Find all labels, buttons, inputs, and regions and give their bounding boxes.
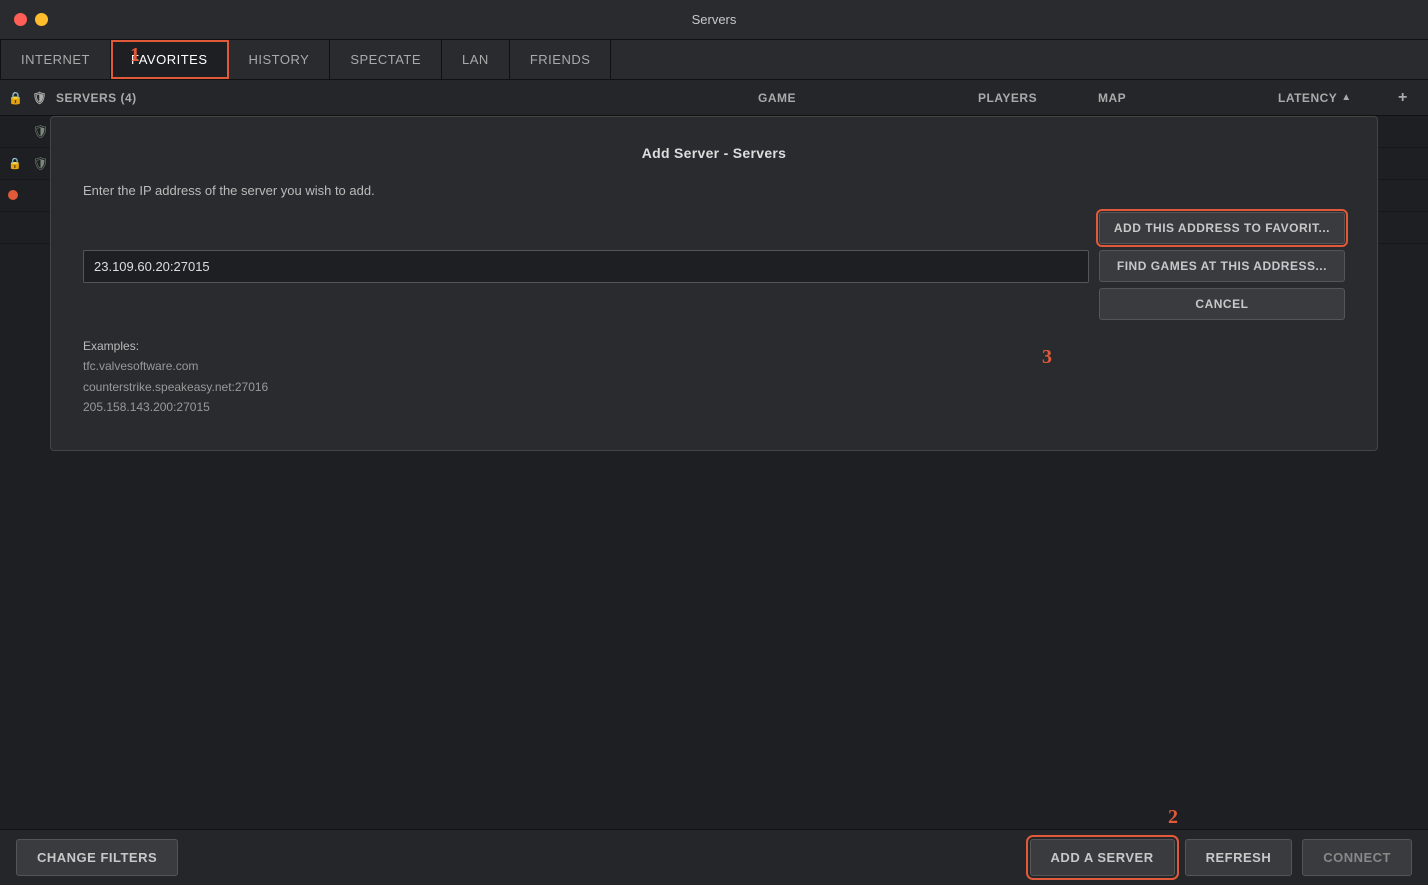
status-dot-red (8, 190, 18, 200)
dialog-input-row: ADD THIS ADDRESS TO FAVORIT... FIND GAME… (83, 212, 1345, 320)
refresh-button[interactable]: REFRESH (1185, 839, 1293, 876)
th-game[interactable]: GAME (754, 91, 974, 105)
tab-friends[interactable]: FRIENDS (510, 40, 612, 79)
td-shield-2: 🛡 (28, 156, 52, 172)
tab-spectate[interactable]: SPECTATE (330, 40, 442, 79)
tab-bar: INTERNET FAVORITES HISTORY SPECTATE LAN … (0, 40, 1428, 80)
add-to-favorites-button[interactable]: ADD THIS ADDRESS TO FAVORIT... (1099, 212, 1345, 244)
table-header: 🔒 🛡 SERVERS (4) GAME PLAYERS MAP LATENCY… (0, 80, 1428, 116)
dialog-examples: Examples: tfc.valvesoftware.com counters… (83, 336, 1345, 418)
dialog-description: Enter the IP address of the server you w… (83, 183, 1345, 198)
dialog-action-buttons: ADD THIS ADDRESS TO FAVORIT... FIND GAME… (1099, 212, 1345, 320)
cancel-button[interactable]: CANCEL (1099, 288, 1345, 320)
th-latency[interactable]: LATENCY ▲ (1274, 91, 1394, 105)
th-shield: 🛡 (28, 91, 52, 105)
bottom-bar: CHANGE FILTERS ADD A SERVER REFRESH CONN… (0, 829, 1428, 885)
tab-favorites[interactable]: FAVORITES (111, 40, 229, 79)
tab-internet[interactable]: INTERNET (0, 40, 111, 79)
close-button[interactable] (14, 13, 27, 26)
titlebar: Servers (0, 0, 1428, 40)
th-add[interactable]: + (1394, 89, 1424, 107)
td-lock-2: 🔒 (4, 157, 28, 170)
th-map[interactable]: MAP (1094, 91, 1274, 105)
window-title: Servers (692, 12, 737, 27)
add-server-dialog: Add Server - Servers Enter the IP addres… (50, 116, 1378, 451)
td-dot-3 (4, 188, 28, 203)
add-a-server-button[interactable]: ADD A SERVER (1030, 839, 1175, 876)
lock-header-icon: 🔒 (8, 91, 23, 105)
bottom-left-actions: CHANGE FILTERS (16, 839, 178, 876)
dialog-title: Add Server - Servers (83, 145, 1345, 161)
tab-lan[interactable]: LAN (442, 40, 510, 79)
th-servers[interactable]: SERVERS (4) (52, 91, 754, 105)
window-controls (14, 13, 48, 26)
find-games-button[interactable]: FIND GAMES AT THIS ADDRESS... (1099, 250, 1345, 282)
th-lock: 🔒 (4, 91, 28, 105)
change-filters-button[interactable]: CHANGE FILTERS (16, 839, 178, 876)
annotation-2: 2 (1168, 806, 1178, 829)
tab-history[interactable]: HISTORY (229, 40, 331, 79)
minimize-button[interactable] (35, 13, 48, 26)
connect-button[interactable]: CONNECT (1302, 839, 1412, 876)
shield-header-icon: 🛡 (32, 91, 48, 105)
server-address-input[interactable] (83, 250, 1089, 283)
sort-arrow-icon: ▲ (1341, 92, 1351, 103)
td-shield-1: 🛡 (28, 124, 52, 140)
bottom-right-actions: ADD A SERVER REFRESH CONNECT (1030, 839, 1412, 876)
th-players[interactable]: PLAYERS (974, 91, 1094, 105)
